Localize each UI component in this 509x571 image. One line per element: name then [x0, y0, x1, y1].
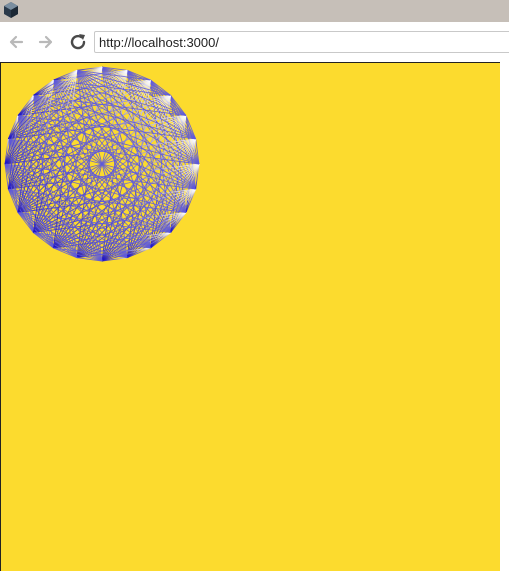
reload-button[interactable]	[66, 30, 90, 54]
forward-button[interactable]	[34, 30, 58, 54]
rosette-lines	[4, 66, 200, 262]
arrow-left-icon	[9, 35, 24, 49]
browser-toolbar: http://localhost:3000/	[0, 22, 509, 62]
back-button[interactable]	[4, 30, 28, 54]
reload-icon	[70, 34, 86, 50]
page-viewport	[0, 62, 500, 571]
address-bar-url: http://localhost:3000/	[99, 35, 219, 50]
app-cube-icon	[4, 2, 18, 18]
string-art-rosette	[4, 66, 200, 262]
address-bar[interactable]: http://localhost:3000/	[94, 31, 509, 53]
arrow-right-icon	[38, 35, 53, 49]
window-right-edge	[500, 62, 509, 571]
window-titlebar	[0, 0, 509, 22]
